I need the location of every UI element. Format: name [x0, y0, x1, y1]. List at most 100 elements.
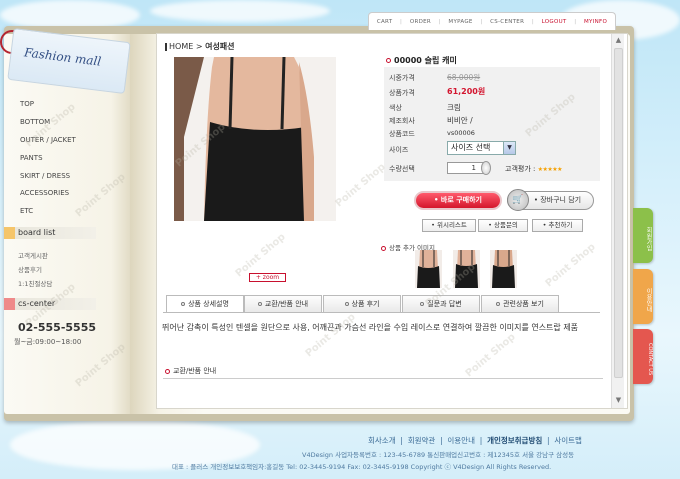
product-info-box: [384, 67, 600, 181]
footer-link-terms[interactable]: 회원약관: [408, 436, 436, 445]
menu-item-outer[interactable]: OUTER / JACKET: [20, 136, 76, 144]
thumbnail-photo: [415, 250, 442, 288]
cs-center-title: cs-center: [18, 299, 56, 308]
label-market-price: 시중가격: [389, 74, 415, 82]
side-tab-guide[interactable]: 이용안내: [633, 269, 653, 324]
label-quantity: 수량선택: [389, 165, 415, 173]
quantity-stepper-icon[interactable]: [481, 161, 491, 175]
menu-item-skirt[interactable]: SKIRT / DRESS: [20, 172, 70, 180]
scroll-thumb[interactable]: [614, 48, 623, 378]
value-manufacturer: 비비안 /: [447, 116, 473, 125]
tab-reviews[interactable]: 상품 후기: [323, 295, 401, 312]
value-product-price: 61,200원: [447, 87, 486, 96]
tab-related[interactable]: 관련상품 보기: [481, 295, 559, 312]
menu-item-etc[interactable]: ETC: [20, 207, 33, 215]
menu-item-pants[interactable]: PANTS: [20, 154, 43, 162]
product-description: 뛰어난 감촉이 특성인 텐셀을 원단으로 사용, 어깨끈과 가슴선 라인을 수입…: [162, 323, 579, 332]
customer-rating: 고객평가 : ★★★★★: [505, 164, 562, 174]
footer-separator: |: [477, 436, 485, 445]
menu-item-accessories[interactable]: ACCESSORIES: [20, 189, 69, 197]
nav-separator: |: [400, 18, 403, 25]
bullet-icon: [344, 302, 349, 306]
label-product-code: 상품코드: [389, 130, 415, 138]
footer-link-about[interactable]: 회사소개: [368, 436, 396, 445]
tab-exchange[interactable]: 교환/반품 안내: [244, 295, 322, 312]
nav-separator: |: [574, 18, 577, 25]
thumbnail-photo: [490, 250, 517, 288]
top-navigation: CART | ORDER | MYPAGE | CS-CENTER | LOGO…: [368, 12, 616, 30]
footer-link-privacy[interactable]: 개인정보취급방침: [487, 436, 542, 445]
buy-now-button[interactable]: • 바로 구매하기: [414, 191, 502, 210]
nav-separator: |: [438, 18, 441, 25]
bullet-icon: [420, 302, 425, 306]
scrollbar[interactable]: ▲ ▼: [611, 34, 624, 408]
breadcrumb-current: 여성패션: [205, 42, 235, 51]
bullet-icon: [386, 58, 391, 63]
board-square-icon: [4, 227, 15, 239]
label-size: 사이즈: [389, 146, 409, 154]
board-link-review[interactable]: 상품후기: [18, 264, 42, 274]
nav-mypage[interactable]: MYPAGE: [448, 19, 472, 25]
nav-cs-center[interactable]: CS-CENTER: [490, 19, 524, 25]
footer-business-info: V4Design 사업자등록번호 : 123-45-6789 통신판매업신고번호…: [302, 451, 575, 459]
nav-logout[interactable]: LOGOUT: [542, 19, 567, 25]
rating-stars-icon: ★★★★★: [537, 166, 563, 173]
nav-myinfo[interactable]: MYINFO: [584, 19, 607, 25]
bullet-icon: [381, 245, 386, 251]
board-list-title: board list: [18, 228, 56, 237]
bullet-icon: [181, 302, 186, 306]
cart-icon[interactable]: 🛒: [507, 189, 529, 211]
cloud-decoration: [150, 0, 330, 22]
breadcrumb-sep: >: [195, 42, 203, 51]
footer-link-sitemap[interactable]: 사이트맵: [554, 436, 582, 445]
board-link-customer[interactable]: 고객게시판: [18, 250, 48, 260]
cs-square-icon: [4, 298, 15, 310]
scroll-up-icon[interactable]: ▲: [614, 36, 623, 45]
bullet-icon: [496, 302, 501, 306]
footer-links: 회사소개 | 회원약관 | 이용안내 | 개인정보취급방침 | 사이트맵: [368, 435, 582, 446]
value-color: 크림: [447, 103, 461, 112]
breadcrumb-home[interactable]: HOME: [169, 42, 193, 51]
label-product-price: 상품가격: [389, 89, 415, 97]
breadcrumb: HOME > 여성패션: [165, 41, 235, 52]
footer-separator: |: [398, 436, 406, 445]
tab-description[interactable]: 상품 상세설명: [166, 295, 244, 312]
zoom-button[interactable]: + zoom: [249, 273, 286, 282]
nav-cart[interactable]: CART: [377, 19, 393, 25]
bullet-icon: [257, 302, 262, 306]
breadcrumb-bar-icon: [165, 42, 167, 51]
footer-separator: |: [544, 436, 552, 445]
wishlist-button[interactable]: • 위시리스트: [422, 219, 476, 232]
label-color: 색상: [389, 104, 402, 112]
thumbnail-photo: [453, 250, 480, 288]
menu-item-top[interactable]: TOP: [20, 100, 34, 108]
scroll-down-icon[interactable]: ▼: [614, 396, 623, 405]
thumbnail-2[interactable]: [453, 250, 480, 288]
side-tab-contact[interactable]: CONTACT US: [633, 329, 653, 384]
product-image[interactable]: [174, 57, 336, 221]
detail-tabs: 상품 상세설명 교환/반품 안내 상품 후기 질문과 답변 관련상품 보기: [163, 295, 600, 313]
nav-order[interactable]: ORDER: [410, 19, 431, 25]
divider: [163, 378, 603, 379]
size-select-value: 사이즈 선택: [451, 143, 491, 152]
footer-separator: |: [437, 436, 445, 445]
tab-qna[interactable]: 질문과 답변: [402, 295, 480, 312]
footer-copyright: 대표 : 플러스 개인정보보호책임자:홍길동 Tel: 02-3445-9194…: [172, 463, 552, 471]
cs-center-header: cs-center: [4, 298, 96, 310]
bullet-icon: [165, 368, 170, 374]
board-link-consult[interactable]: 1:1친절상담: [18, 278, 52, 288]
footer-link-guide[interactable]: 이용안내: [447, 436, 475, 445]
recommend-button[interactable]: • 추천하기: [532, 219, 583, 232]
quantity-input[interactable]: 1: [447, 162, 485, 174]
side-tab-join[interactable]: 회원가입: [633, 208, 653, 263]
board-list-header: board list: [4, 227, 96, 239]
exchange-section-title: 교환/반품 안내: [165, 366, 216, 376]
thumbnail-3[interactable]: [490, 250, 517, 288]
thumbnail-1[interactable]: [415, 250, 442, 288]
product-inquiry-button[interactable]: • 상품문의: [478, 219, 528, 232]
size-select[interactable]: 사이즈 선택 ▼: [447, 141, 516, 155]
chevron-down-icon[interactable]: ▼: [503, 142, 515, 154]
menu-item-bottom[interactable]: BOTTOM: [20, 118, 50, 126]
value-product-code: vs00006: [447, 129, 475, 137]
nav-separator: |: [531, 18, 534, 25]
